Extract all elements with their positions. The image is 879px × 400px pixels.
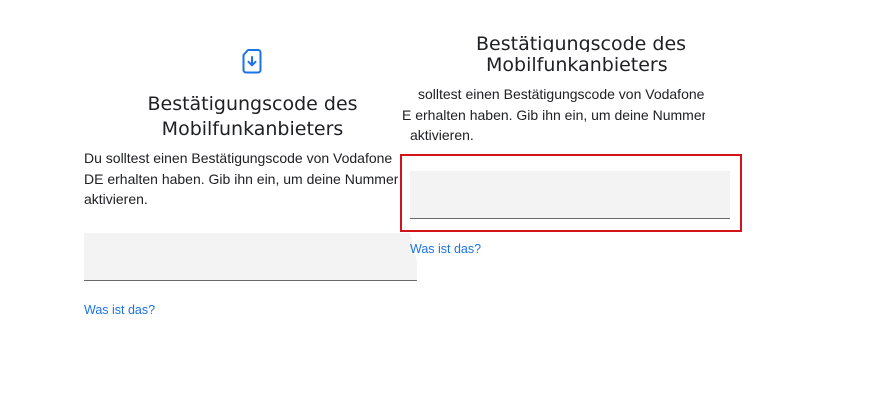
instruction-line-2-right: E erhalten haben. Gib ihn ein, um deine …	[402, 106, 705, 123]
instruction-line-2: DE erhalten haben. Gib ihn ein, um deine…	[84, 170, 409, 187]
title-line-1-right: Bestätigungscode des	[476, 33, 687, 52]
instruction-text-right: solltest einen Bestätigungscode von Voda…	[398, 84, 705, 146]
sim-card-download-icon	[240, 47, 264, 75]
page-title: Bestätigungscode des Mobilfunkanbieters	[110, 92, 395, 142]
what-is-this-link-right[interactable]: Was ist das?	[410, 242, 481, 256]
verification-screen-left: Bestätigungscode des Mobilfunkanbieters …	[0, 0, 430, 400]
instruction-line-1-right: solltest einen Bestätigungscode von Voda…	[418, 86, 705, 102]
title-line-2: Mobilfunkanbieters	[161, 118, 344, 140]
instruction-text: Du solltest einen Bestätigungscode von V…	[84, 148, 409, 210]
instruction-line-3-right: aktivieren.	[410, 127, 474, 143]
title-line-2-right: Mobilfunkanbieters	[486, 54, 668, 76]
title-line-1: Bestätigungscode des	[147, 93, 358, 115]
what-is-this-link[interactable]: Was ist das?	[84, 303, 155, 317]
page-title-right: Bestätigungscode des Mobilfunkanbieters	[444, 32, 729, 78]
instruction-line-3: aktivieren.	[84, 191, 148, 207]
instruction-line-1: Du solltest einen Bestätigungscode von V…	[84, 150, 393, 166]
verification-code-input[interactable]	[84, 233, 417, 281]
verification-code-input-highlighted[interactable]	[410, 171, 730, 219]
